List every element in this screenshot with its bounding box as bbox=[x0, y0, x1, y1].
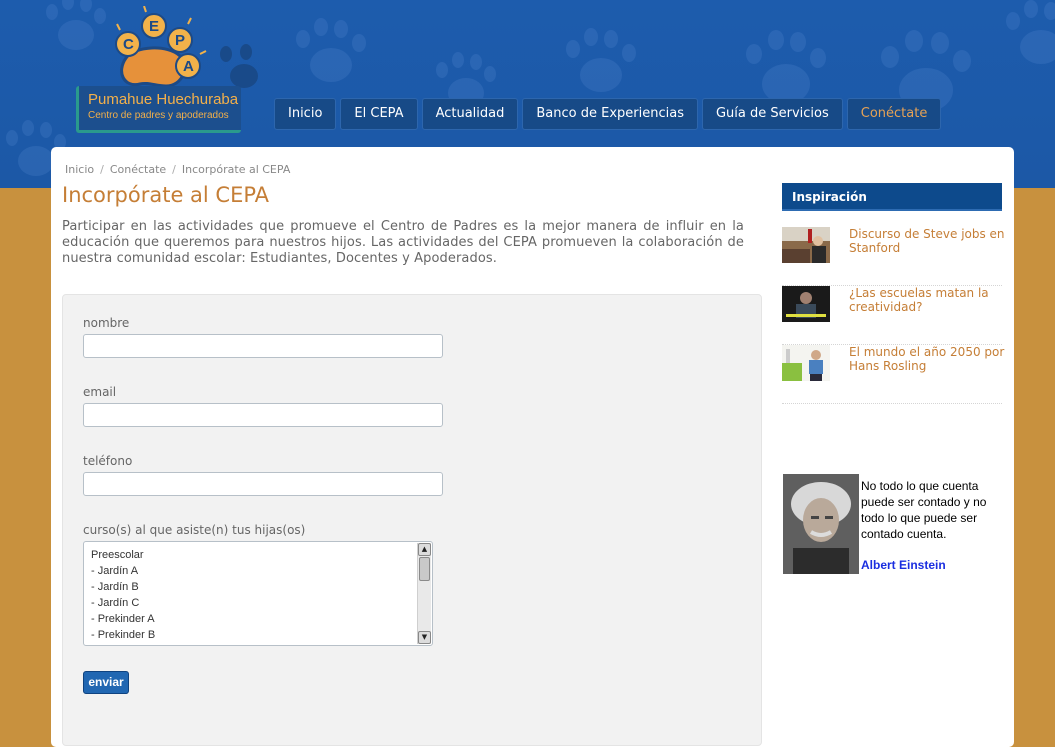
nav-item-guia-de-servicios[interactable]: Guía de Servicios bbox=[701, 98, 843, 130]
courses-label: curso(s) al que asiste(n) tus hijas(os) bbox=[83, 523, 306, 537]
intro-text: Participar en las actividades que promue… bbox=[62, 219, 744, 266]
nav-item-banco-de-experiencias[interactable]: Banco de Experiencias bbox=[522, 98, 698, 130]
video-thumbnail[interactable] bbox=[782, 227, 830, 263]
quote-widget: No todo lo que cuenta puede ser contado … bbox=[782, 474, 1002, 576]
scroll-thumb[interactable] bbox=[419, 557, 430, 581]
logo-letter-a: A bbox=[183, 58, 194, 75]
content-card: Inicio / Conéctate / Incorpórate al CEPA Inc… bbox=[51, 147, 1014, 747]
sidebar-heading: Inspiración bbox=[782, 183, 1002, 211]
main-nav: Inicio El CEPA Actualidad Banco de Exper… bbox=[274, 98, 942, 130]
email-field[interactable] bbox=[83, 403, 443, 427]
sidebar-item-title[interactable]: ¿Las escuelas matan la creatividad? bbox=[849, 286, 1005, 314]
listbox-scrollbar[interactable]: ▲ ▼ bbox=[417, 543, 431, 644]
course-option[interactable]: - Prekinder B bbox=[91, 627, 432, 643]
nav-item-inicio[interactable]: Inicio bbox=[274, 98, 337, 130]
breadcrumb-separator: / bbox=[100, 163, 104, 176]
logo-letter-e: E bbox=[149, 18, 159, 35]
brand-subtitle: Centro de padres y apoderados bbox=[88, 110, 229, 121]
site-logo[interactable]: C E P A Pumahue Huechuraba Centro de pad… bbox=[76, 6, 266, 133]
breadcrumb-link-inicio[interactable]: Inicio bbox=[65, 163, 94, 176]
signup-form: nombre email teléfono curso(s) al que as… bbox=[62, 294, 762, 746]
paw-logo-icon: C E P A bbox=[115, 6, 258, 88]
paw-print-icon bbox=[1000, 0, 1055, 70]
quote-text: No todo lo que cuenta puede ser contado … bbox=[861, 479, 987, 541]
submit-button[interactable]: enviar bbox=[83, 671, 129, 694]
phone-field[interactable] bbox=[83, 472, 443, 496]
nav-item-actualidad[interactable]: Actualidad bbox=[421, 98, 519, 130]
course-option[interactable]: - Prekinder A bbox=[91, 611, 432, 627]
video-thumbnail[interactable] bbox=[782, 286, 830, 322]
logo-letter-p: P bbox=[175, 32, 185, 49]
name-label: nombre bbox=[83, 316, 130, 330]
paw-print-icon bbox=[290, 18, 370, 88]
breadcrumb-current: Incorpórate al CEPA bbox=[181, 163, 291, 176]
logo-letter-c: C bbox=[123, 36, 134, 53]
sidebar-item-world-2050[interactable]: El mundo el año 2050 por Hans Rosling bbox=[782, 345, 1005, 404]
course-option[interactable]: - Jardín A bbox=[91, 563, 432, 579]
courses-listbox[interactable]: Preescolar - Jardín A - Jardín B - Jardí… bbox=[83, 541, 433, 646]
breadcrumb-link-conectate[interactable]: Conéctate bbox=[110, 163, 166, 176]
nav-item-conectate[interactable]: Conéctate bbox=[846, 98, 942, 130]
sidebar-item-title[interactable]: Discurso de Steve jobs en Stanford bbox=[849, 227, 1005, 255]
sidebar-item-schools-creativity[interactable]: ¿Las escuelas matan la creatividad? bbox=[782, 286, 1002, 345]
sidebar-item-title[interactable]: El mundo el año 2050 por Hans Rosling bbox=[849, 345, 1005, 373]
quote-author-link[interactable]: Albert Einstein bbox=[861, 558, 946, 572]
paw-print-icon bbox=[560, 28, 640, 98]
page-title: Incorpórate al CEPA bbox=[62, 183, 270, 207]
sidebar-item-steve-jobs[interactable]: Discurso de Steve jobs en Stanford bbox=[782, 227, 1005, 286]
scroll-up-icon[interactable]: ▲ bbox=[418, 543, 431, 556]
einstein-portrait bbox=[783, 474, 859, 574]
name-field[interactable] bbox=[83, 334, 443, 358]
phone-label: teléfono bbox=[83, 454, 133, 468]
breadcrumb: Inicio / Conéctate / Incorpórate al CEPA bbox=[65, 163, 290, 176]
email-label: email bbox=[83, 385, 117, 399]
breadcrumb-separator: / bbox=[172, 163, 176, 176]
nav-item-el-cepa[interactable]: El CEPA bbox=[340, 98, 418, 130]
course-option[interactable]: - Jardín B bbox=[91, 579, 432, 595]
brand-name: Pumahue Huechuraba bbox=[88, 91, 239, 108]
course-option[interactable]: Preescolar bbox=[91, 547, 432, 563]
course-option[interactable]: - Jardín C bbox=[91, 595, 432, 611]
scroll-down-icon[interactable]: ▼ bbox=[418, 631, 431, 644]
video-thumbnail[interactable] bbox=[782, 345, 830, 381]
